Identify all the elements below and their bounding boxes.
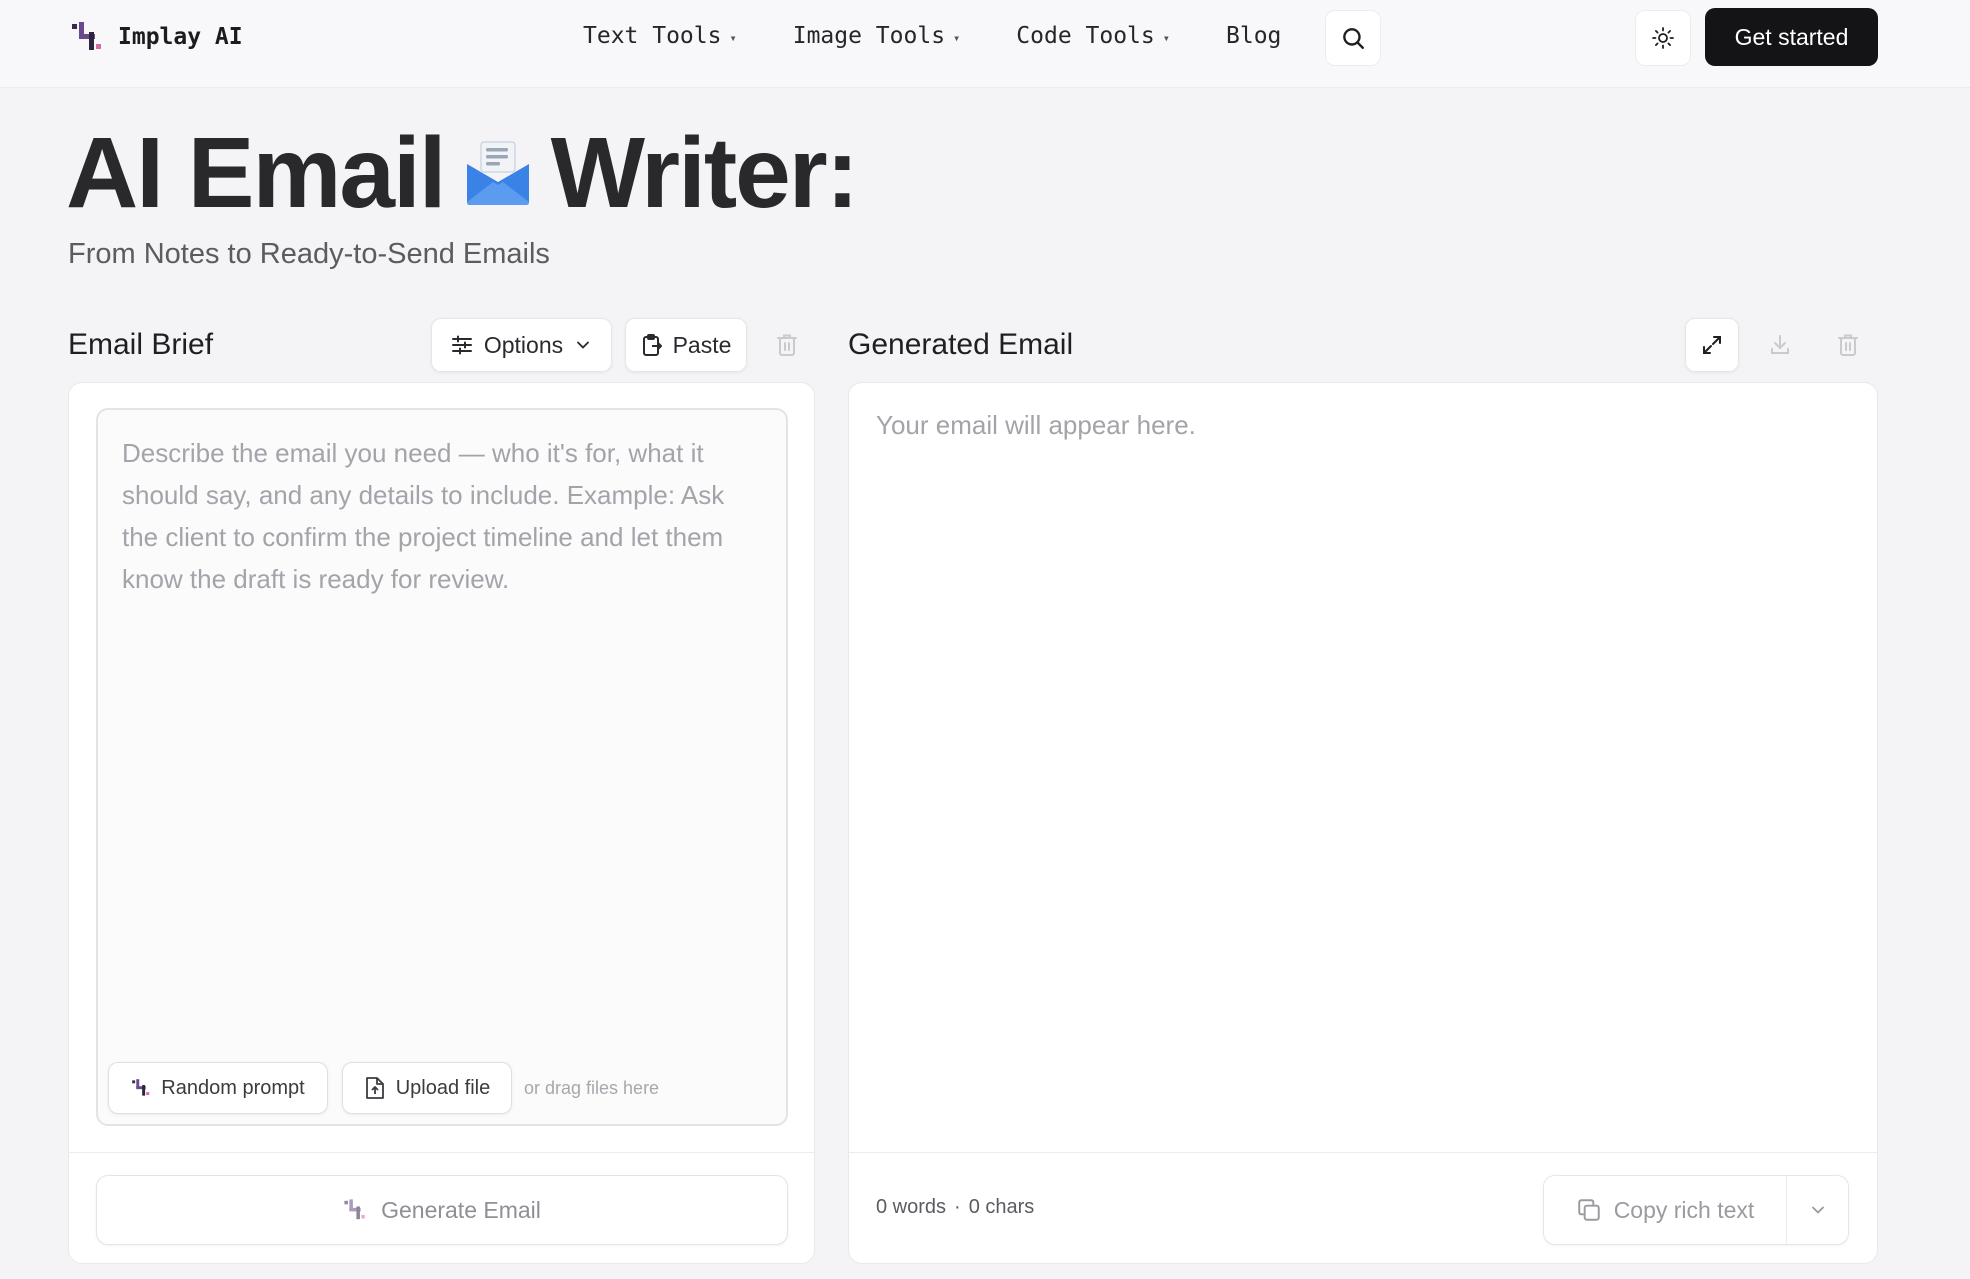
- copy-button-group: Copy rich text: [1543, 1175, 1849, 1245]
- nav-blog[interactable]: Blog: [1226, 22, 1281, 50]
- search-icon: [1343, 28, 1364, 49]
- envelope-icon: [466, 141, 529, 205]
- chevron-down-icon: [577, 341, 590, 349]
- trash-icon: [1838, 334, 1858, 356]
- generated-email-panel: [848, 382, 1878, 1264]
- brand-logo-icon: [344, 1199, 365, 1220]
- nav-blog-label: Blog: [1226, 23, 1282, 49]
- download-icon: [1771, 335, 1789, 354]
- generate-email-button[interactable]: Generate Email: [96, 1175, 788, 1245]
- page-title-part1: AI Email: [66, 116, 447, 229]
- options-button-label: Options: [483, 331, 564, 358]
- copy-icon: [1577, 1199, 1600, 1221]
- brand-logo-icon: [72, 22, 101, 50]
- nav-image-tools-label: Image Tools: [792, 23, 946, 49]
- email-brief-placeholder: Describe the email you need — who it's f…: [122, 438, 725, 594]
- options-button[interactable]: Options: [431, 318, 612, 372]
- output-divider: [849, 1152, 1877, 1153]
- brief-divider: [69, 1152, 814, 1153]
- email-brief-label: Email Brief: [68, 328, 214, 361]
- count-separator: ·: [954, 1196, 961, 1218]
- random-prompt-label: Random prompt: [161, 1076, 305, 1099]
- brand-name: Implay AI: [118, 24, 243, 50]
- nav-text-tools[interactable]: Text Tools ▾: [583, 22, 737, 50]
- nav-image-tools[interactable]: Image Tools ▾: [793, 22, 961, 50]
- file-upload-icon: [365, 1077, 384, 1099]
- page-subtitle: From Notes to Ready-to-Send Emails: [68, 238, 550, 270]
- word-char-count: 0 words · 0 chars: [876, 1196, 1034, 1219]
- copy-options-dropdown[interactable]: [1787, 1176, 1848, 1244]
- expand-button[interactable]: [1685, 318, 1739, 372]
- clear-output-button[interactable]: [1821, 318, 1875, 372]
- chevron-down-icon: [1811, 1206, 1824, 1214]
- generated-email-label: Generated Email: [848, 328, 1074, 361]
- upload-file-label: Upload file: [395, 1076, 491, 1099]
- upload-file-button[interactable]: Upload file: [342, 1062, 512, 1114]
- paste-button-label: Paste: [672, 331, 732, 358]
- copy-rich-text-button[interactable]: Copy rich text: [1544, 1176, 1787, 1244]
- search-button[interactable]: [1325, 10, 1381, 66]
- drag-files-hint: or drag files here: [524, 1078, 660, 1098]
- expand-icon: [1703, 336, 1721, 354]
- sun-icon: [1652, 27, 1674, 49]
- page-title: AI Email Writer:: [66, 116, 859, 229]
- clipboard-paste-icon: [642, 334, 662, 356]
- char-count: 0 chars: [968, 1196, 1035, 1218]
- main-nav: Text Tools ▾ Image Tools ▾ Code Tools ▾ …: [583, 22, 1337, 50]
- download-button[interactable]: [1753, 318, 1807, 372]
- random-prompt-button[interactable]: Random prompt: [108, 1062, 328, 1114]
- clear-brief-button[interactable]: [760, 318, 814, 372]
- caret-down-icon: ▾: [953, 31, 961, 45]
- nav-code-tools-label: Code Tools: [1016, 23, 1155, 49]
- nav-text-tools-label: Text Tools: [583, 23, 722, 49]
- caret-down-icon: ▾: [729, 31, 737, 45]
- brand-logo-icon: [132, 1079, 150, 1096]
- nav-code-tools[interactable]: Code Tools ▾: [1016, 22, 1170, 50]
- generated-email-placeholder: Your email will appear here.: [876, 410, 1196, 440]
- generate-email-label: Generate Email: [381, 1196, 541, 1223]
- page-title-part2: Writer:: [550, 116, 859, 229]
- copy-rich-text-label: Copy rich text: [1613, 1196, 1755, 1223]
- sliders-icon: [451, 335, 472, 355]
- paste-button[interactable]: Paste: [625, 318, 747, 372]
- top-header: Implay AI Text Tools ▾ Image Tools ▾ Cod…: [0, 0, 1970, 88]
- word-count: 0 words: [876, 1196, 947, 1218]
- brand-logo[interactable]: Implay AI: [70, 20, 243, 54]
- theme-toggle-button[interactable]: [1635, 10, 1691, 66]
- trash-icon: [777, 334, 797, 356]
- get-started-button[interactable]: Get started: [1705, 8, 1878, 66]
- caret-down-icon: ▾: [1162, 31, 1170, 45]
